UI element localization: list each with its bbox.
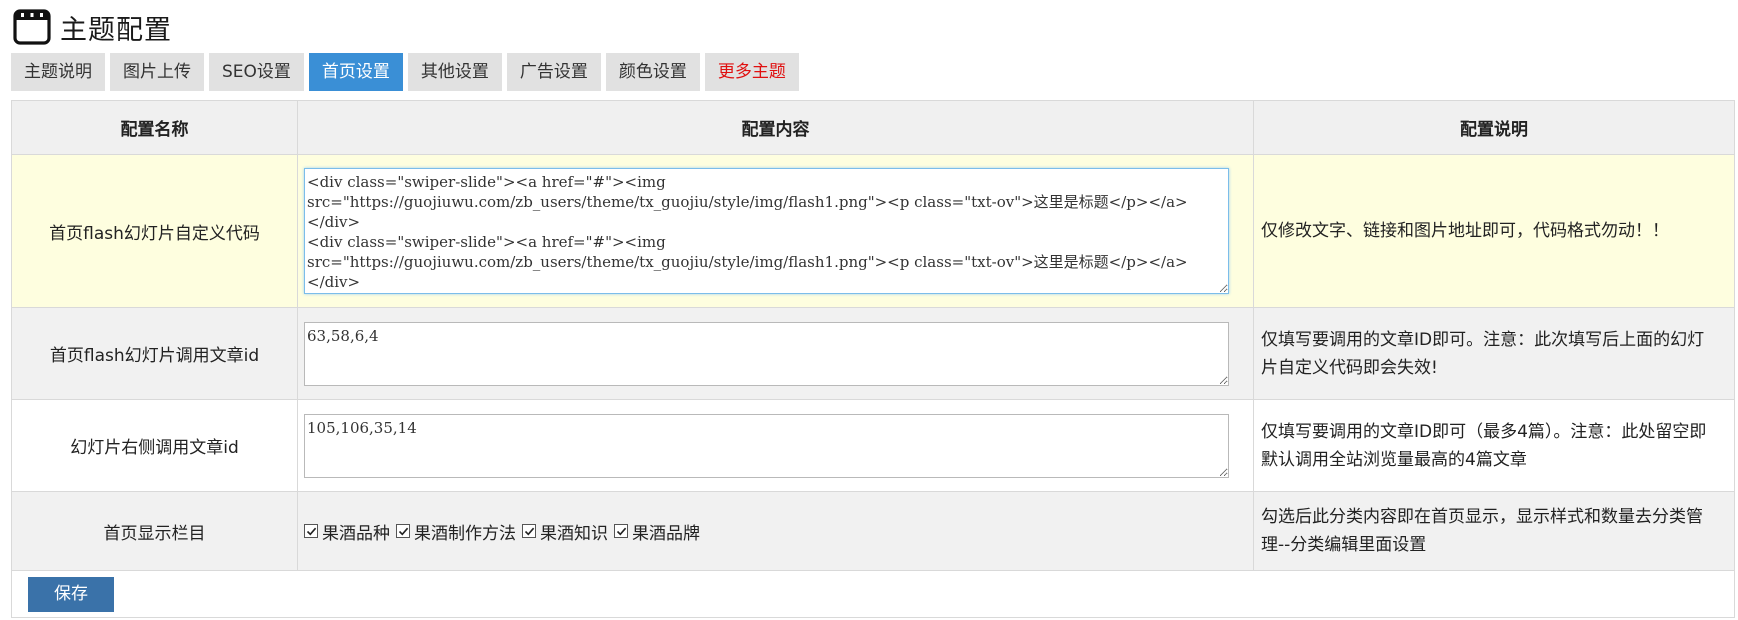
config-content-cell: <div class="swiper-slide"><a href="#"><i…	[297, 154, 1254, 308]
checkmark-icon	[524, 527, 534, 535]
tab-more-themes[interactable]: 更多主题	[704, 53, 799, 91]
checkbox[interactable]	[396, 524, 410, 538]
config-table: 配置名称 配置内容 配置说明 首页flash幻灯片自定义代码 <div clas…	[11, 100, 1735, 618]
config-content-cell: 63,58,6,4	[297, 307, 1254, 400]
config-name: 首页flash幻灯片调用文章id	[11, 307, 298, 400]
checkbox[interactable]	[614, 524, 628, 538]
checkmark-icon	[398, 527, 408, 535]
category-option-fruit-wine-brands[interactable]: 果酒品牌	[614, 519, 700, 544]
config-content-cell: 果酒品种 果酒制作方法 果酒知识 果酒品牌	[297, 491, 1254, 571]
checkbox-label: 果酒品牌	[632, 523, 700, 544]
checkbox-label: 果酒制作方法	[414, 523, 516, 544]
config-name: 首页flash幻灯片自定义代码	[11, 154, 298, 308]
page-title: 主题配置	[60, 14, 172, 46]
slide-custom-code-textarea[interactable]: <div class="swiper-slide"><a href="#"><i…	[304, 168, 1229, 294]
save-button[interactable]: 保存	[28, 576, 114, 612]
tab-ad-settings[interactable]: 广告设置	[506, 53, 601, 91]
category-option-fruit-wine-knowledge[interactable]: 果酒知识	[522, 519, 608, 544]
config-name: 首页显示栏目	[11, 491, 298, 571]
config-content-cell: 105,106,35,14	[297, 399, 1254, 492]
slide-right-article-ids-textarea[interactable]: 105,106,35,14	[304, 413, 1229, 478]
checkmark-icon	[616, 527, 626, 535]
checkbox[interactable]	[304, 524, 318, 538]
checkbox[interactable]	[522, 524, 536, 538]
table-header-row: 配置名称 配置内容 配置说明	[11, 100, 1735, 155]
table-row: 首页flash幻灯片自定义代码 <div class="swiper-slide…	[11, 154, 1735, 308]
config-description: 仅填写要调用的文章ID即可（最多4篇）。注意：此处留空即默认调用全站浏览量最高的…	[1253, 399, 1735, 492]
save-cell: 保存	[11, 570, 1735, 618]
slide-article-ids-textarea[interactable]: 63,58,6,4	[304, 321, 1229, 386]
tab-color-settings[interactable]: 颜色设置	[605, 53, 700, 91]
checkbox-label: 果酒品种	[322, 523, 390, 544]
app-window-icon	[13, 9, 51, 45]
column-header-description: 配置说明	[1253, 100, 1735, 155]
checkmark-icon	[306, 527, 316, 535]
config-description: 仅填写要调用的文章ID即可。注意：此次填写后上面的幻灯片自定义代码即会失效!	[1253, 307, 1735, 400]
config-name: 幻灯片右侧调用文章id	[11, 399, 298, 492]
table-row: 幻灯片右侧调用文章id 105,106,35,14 仅填写要调用的文章ID即可（…	[11, 399, 1735, 492]
page-header: 主题配置	[13, 5, 172, 49]
config-description: 仅修改文字、链接和图片地址即可，代码格式勿动！！	[1253, 154, 1735, 308]
config-description: 勾选后此分类内容即在首页显示，显示样式和数量去分类管理--分类编辑里面设置	[1253, 491, 1735, 571]
tab-homepage-settings[interactable]: 首页设置	[308, 53, 403, 91]
table-row: 首页flash幻灯片调用文章id 63,58,6,4 仅填写要调用的文章ID即可…	[11, 307, 1735, 400]
tab-image-upload[interactable]: 图片上传	[110, 53, 204, 91]
save-row: 保存	[11, 570, 1735, 618]
category-option-fruit-wine-varieties[interactable]: 果酒品种	[304, 519, 390, 544]
theme-config-page: 主题配置 主题说明 图片上传 SEO设置 首页设置 其他设置 广告设置 颜色设置…	[0, 0, 1738, 620]
tab-other-settings[interactable]: 其他设置	[407, 53, 502, 91]
checkbox-label: 果酒知识	[540, 523, 608, 544]
settings-tabs: 主题说明 图片上传 SEO设置 首页设置 其他设置 广告设置 颜色设置 更多主题	[11, 53, 804, 91]
homepage-categories-checklist: 果酒品种 果酒制作方法 果酒知识 果酒品牌	[304, 519, 1229, 544]
column-header-name: 配置名称	[11, 100, 298, 155]
category-option-fruit-wine-methods[interactable]: 果酒制作方法	[396, 519, 516, 544]
column-header-content: 配置内容	[297, 100, 1254, 155]
tab-seo-settings[interactable]: SEO设置	[209, 53, 304, 91]
table-row: 首页显示栏目 果酒品种 果酒制作方法 果酒知识 果酒品牌 勾选后此分类内容即在首…	[11, 491, 1735, 571]
tab-theme-intro[interactable]: 主题说明	[11, 53, 105, 91]
